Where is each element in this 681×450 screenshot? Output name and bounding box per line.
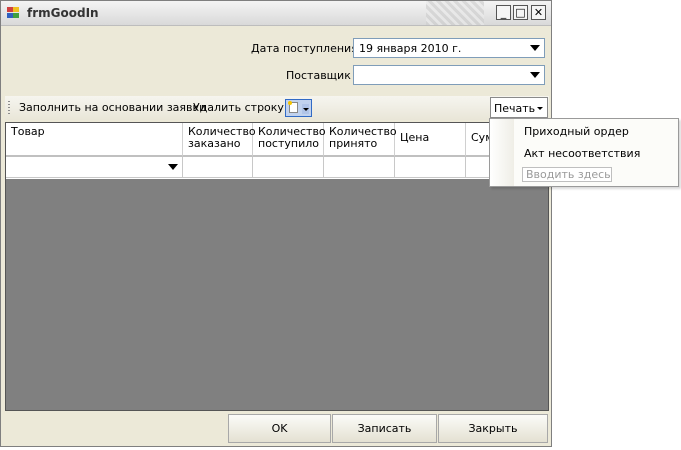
qty-ordered-cell[interactable] [183,157,253,178]
ok-button[interactable]: OK [228,414,331,443]
window-title: frmGoodIn [27,6,99,20]
new-document-split-button[interactable] [285,99,312,117]
qty-accepted-cell[interactable] [324,157,395,178]
supplier-label: Поставщик [286,69,351,82]
chevron-down-icon[interactable] [530,72,540,78]
delete-row-button[interactable]: Удалить строку [193,101,284,114]
toolbar-grip-icon[interactable] [8,101,10,115]
column-header-qty-ordered[interactable]: Количество заказано [183,123,256,157]
menu-item-nonconformity-act[interactable]: Акт несоответствия [524,147,640,160]
button-bar: OK Записать Закрыть [5,413,549,444]
maximize-button[interactable]: □ [513,5,528,20]
new-document-icon [288,101,298,113]
supplier-select[interactable] [353,65,545,85]
column-header-price[interactable]: Цена [395,123,466,157]
chevron-down-icon [537,107,543,110]
main-window: frmGoodIn _ □ ✕ Дата поступления 19 янва… [0,0,552,447]
menu-icon-strip [490,119,514,186]
date-picker[interactable]: 19 января 2010 г. [353,38,545,58]
qty-received-cell[interactable] [253,157,324,178]
chevron-down-icon[interactable] [302,104,309,114]
toolbar: Заполнить на основании заявки Удалить ст… [5,96,549,120]
date-label: Дата поступления [251,42,358,55]
menu-item-receipt-order[interactable]: Приходный ордер [524,125,629,138]
price-cell[interactable] [395,157,466,178]
column-header-qty-received[interactable]: Количество поступило [253,123,326,157]
save-button[interactable]: Записать [332,414,437,443]
table-row[interactable] [6,157,548,179]
fill-from-request-button[interactable]: Заполнить на основании заявки [19,101,206,114]
menu-new-item-input[interactable]: Вводить здесь [522,167,612,182]
close-window-button[interactable]: ✕ [531,5,546,20]
print-dropdown-button[interactable]: Печать [490,97,548,118]
grid-header: Товар Количество заказано Количество пос… [6,123,548,157]
date-value: 19 января 2010 г. [359,42,462,55]
close-button[interactable]: Закрыть [438,414,548,443]
item-combo-cell[interactable] [6,157,183,178]
title-decoration [426,1,484,25]
print-label: Печать [494,102,536,115]
chevron-down-icon[interactable] [530,45,540,51]
print-menu: Приходный ордер Акт несоответствия Вводи… [489,118,679,187]
app-icon [7,7,20,19]
chevron-down-icon[interactable] [168,164,178,170]
column-header-qty-accepted[interactable]: Количество принято [324,123,397,157]
title-bar[interactable]: frmGoodIn _ □ ✕ [1,1,551,26]
minimize-button[interactable]: _ [496,5,511,20]
goods-grid[interactable]: Товар Количество заказано Количество пос… [5,122,549,411]
column-header-item[interactable]: Товар [6,123,183,157]
